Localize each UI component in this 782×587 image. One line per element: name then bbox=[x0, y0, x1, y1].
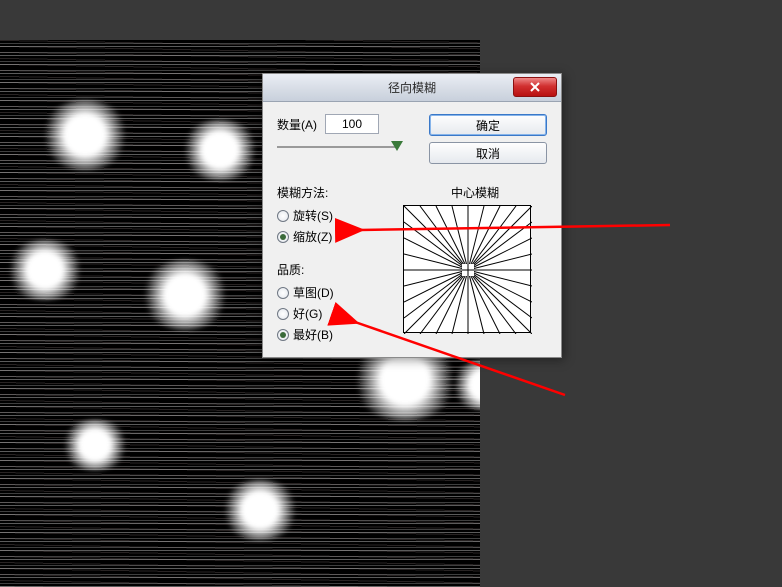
quality-radio-draft[interactable]: 草图(D) bbox=[277, 284, 387, 301]
dialog-titlebar[interactable]: 径向模糊 bbox=[263, 74, 561, 102]
method-zoom-label: 缩放(Z) bbox=[293, 228, 332, 245]
quality-draft-label: 草图(D) bbox=[293, 284, 334, 301]
method-radio-spin[interactable]: 旋转(S) bbox=[277, 207, 387, 224]
method-spin-label: 旋转(S) bbox=[293, 207, 333, 224]
slider-track bbox=[277, 146, 397, 148]
radio-icon bbox=[277, 329, 289, 341]
quality-best-label: 最好(B) bbox=[293, 326, 333, 343]
ok-button[interactable]: 确定 bbox=[429, 114, 547, 136]
preview-label: 中心模糊 bbox=[403, 184, 547, 201]
cancel-button[interactable]: 取消 bbox=[429, 142, 547, 164]
zoom-rays-icon bbox=[404, 206, 532, 334]
blur-center-preview[interactable] bbox=[403, 205, 531, 333]
slider-thumb[interactable] bbox=[391, 141, 403, 151]
radio-icon bbox=[277, 308, 289, 320]
method-group-label: 模糊方法: bbox=[277, 184, 387, 201]
quality-radio-good[interactable]: 好(G) bbox=[277, 305, 387, 322]
close-icon bbox=[529, 81, 541, 93]
method-radio-zoom[interactable]: 缩放(Z) bbox=[277, 228, 387, 245]
amount-label: 数量(A) bbox=[277, 116, 317, 133]
radio-icon bbox=[277, 210, 289, 222]
amount-input[interactable] bbox=[325, 114, 379, 134]
quality-radio-best[interactable]: 最好(B) bbox=[277, 326, 387, 343]
radio-icon bbox=[277, 287, 289, 299]
close-button[interactable] bbox=[513, 77, 557, 97]
dialog-body: 数量(A) 确定 取消 模糊方法: 旋转(S) bbox=[263, 102, 561, 357]
amount-slider[interactable] bbox=[277, 140, 397, 154]
quality-good-label: 好(G) bbox=[293, 305, 322, 322]
radial-blur-dialog: 径向模糊 数量(A) 确定 取消 bbox=[262, 73, 562, 358]
radio-icon bbox=[277, 231, 289, 243]
quality-group-label: 品质: bbox=[277, 261, 387, 278]
